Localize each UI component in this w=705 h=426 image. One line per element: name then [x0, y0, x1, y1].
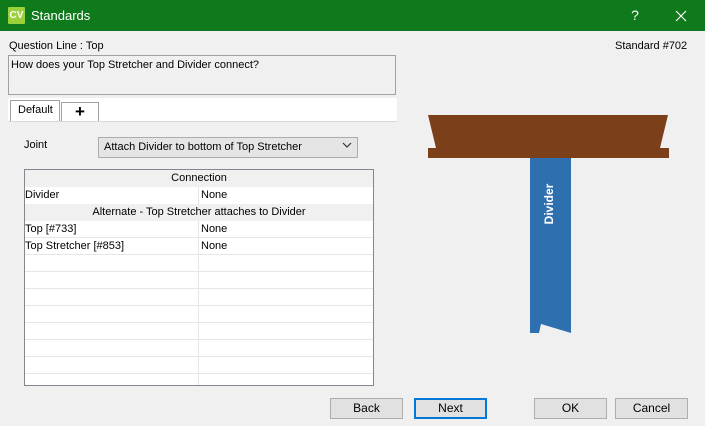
cancel-button[interactable]: Cancel — [615, 398, 688, 419]
grid-line — [25, 356, 373, 357]
top-stretcher-base — [428, 148, 669, 158]
row-name: Top Stretcher [#853] — [25, 240, 125, 252]
top-stretcher-shape — [428, 115, 668, 148]
grid-line — [25, 254, 373, 255]
table-row[interactable]: Top [#733] None — [25, 221, 373, 238]
grid-line — [25, 322, 373, 323]
close-icon — [675, 10, 687, 22]
grid-column-divider — [198, 187, 199, 204]
plus-icon: + — [75, 102, 85, 121]
row-value: None — [201, 223, 228, 235]
ok-button[interactable]: OK — [534, 398, 607, 419]
grid-line — [25, 237, 373, 238]
tab-default[interactable]: Default — [10, 100, 60, 121]
standard-number-label: Standard #702 — [615, 40, 688, 52]
table-row[interactable]: Divider None — [25, 187, 373, 204]
help-button[interactable]: ? — [620, 0, 650, 31]
grid-line — [25, 339, 373, 340]
chevron-down-icon — [342, 140, 352, 153]
joint-diagram: Divider — [425, 112, 675, 342]
next-button[interactable]: Next — [414, 398, 487, 419]
grid-line — [25, 305, 373, 306]
divider-label: Divider — [542, 183, 556, 224]
app-logo-icon: CV — [8, 7, 25, 24]
question-line-label: Question Line : Top — [9, 40, 104, 52]
grid-section-header: Alternate - Top Stretcher attaches to Di… — [25, 204, 373, 221]
grid-section-header: Connection — [25, 170, 373, 187]
joint-label: Joint — [24, 139, 48, 151]
connection-grid: Connection Divider None Alternate - Top … — [24, 169, 374, 386]
close-button[interactable] — [662, 0, 700, 31]
question-text-box: How does your Top Stretcher and Divider … — [8, 55, 396, 95]
grid-line — [25, 271, 373, 272]
row-name: Top [#733] — [25, 223, 77, 235]
joint-dropdown[interactable]: Attach Divider to bottom of Top Stretche… — [98, 137, 358, 158]
window-title: Standards — [31, 8, 91, 23]
grid-column-divider — [198, 221, 199, 385]
tab-strip: Default + — [8, 98, 397, 122]
row-value: None — [201, 240, 228, 252]
table-row[interactable]: Top Stretcher [#853] None — [25, 238, 373, 255]
joint-selected-value: Attach Divider to bottom of Top Stretche… — [104, 141, 302, 153]
add-tab-button[interactable]: + — [61, 102, 99, 121]
title-bar: CV Standards ? — [0, 0, 705, 31]
back-button[interactable]: Back — [330, 398, 403, 419]
grid-line — [25, 288, 373, 289]
row-name: Divider — [25, 189, 60, 201]
row-value: None — [201, 189, 228, 201]
grid-line — [25, 373, 373, 374]
